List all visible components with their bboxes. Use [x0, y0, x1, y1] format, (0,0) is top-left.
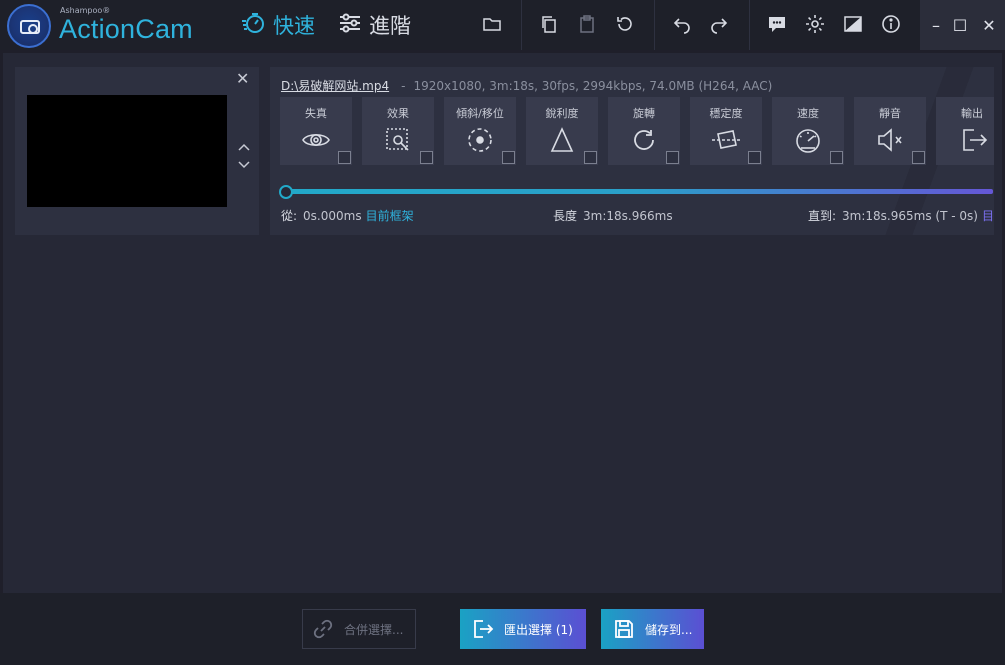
undo-icon[interactable] [671, 13, 693, 35]
export-icon [474, 620, 494, 638]
chevron-down-icon[interactable] [237, 156, 251, 169]
tab-quick-label: 快速 [273, 14, 315, 38]
tool-checkbox[interactable] [830, 151, 843, 164]
to-value: 3m:18s.965ms (T - 0s) [842, 209, 978, 223]
tool-label: 靜音 [879, 107, 901, 120]
tool-checkbox[interactable] [748, 151, 761, 164]
tab-advanced-label: 進階 [369, 14, 411, 38]
tool-label: 輸出 [961, 107, 983, 120]
tool-strip: 失真 效果 傾斜/移位 銳利度 旋轉 穩定度 速度 靜音 輸出 [280, 97, 1004, 165]
merge-selection-button[interactable]: 合併選擇... [302, 609, 416, 649]
app-name: ActionCam [59, 14, 193, 44]
tool-label: 銳利度 [545, 107, 579, 120]
rotate-icon [634, 130, 654, 150]
tool-checkbox[interactable] [338, 151, 351, 164]
toolbar-divider [654, 0, 655, 50]
from-label: 從: [281, 209, 298, 223]
reset-icon[interactable] [614, 13, 636, 35]
tool-sharpness[interactable]: 銳利度 [526, 97, 598, 165]
tool-label: 速度 [797, 107, 819, 120]
tab-quick[interactable]: 快速 [241, 10, 315, 40]
tool-distortion[interactable]: 失真 [280, 97, 352, 165]
close-button[interactable]: ✕ [973, 0, 1005, 50]
range-length: 長度 3m:18s.966ms [553, 207, 673, 224]
output-icon [963, 129, 988, 151]
save-to-button[interactable]: 儲存到... [601, 609, 704, 649]
to-current-frame-link[interactable]: 目前框 [982, 209, 994, 223]
merge-label: 合併選擇... [344, 622, 404, 637]
export-selection-button[interactable]: 匯出選擇 (1) [460, 609, 586, 649]
effects-icon [386, 128, 409, 151]
file-info: D:\易破解网站.mp4-1920x1080, 3m:18s, 30fps, 2… [281, 77, 772, 94]
export-label: 匯出選擇 (1) [504, 622, 573, 637]
video-thumbnail[interactable] [27, 95, 227, 207]
feedback-icon[interactable] [766, 13, 788, 35]
toolbar-divider [521, 0, 522, 50]
tab-advanced[interactable]: 進階 [339, 10, 411, 40]
save-label: 儲存到... [645, 622, 693, 637]
file-info-separator: - [401, 79, 406, 93]
mute-icon [878, 128, 902, 152]
gear-icon[interactable] [804, 13, 826, 35]
remove-clip-icon[interactable]: ✕ [236, 69, 249, 88]
from-value: 0s.000ms [303, 209, 362, 223]
sharpness-icon [550, 127, 574, 152]
timeline-start-handle[interactable] [279, 185, 293, 199]
tool-stabilize[interactable]: 穩定度 [690, 97, 762, 165]
length-value: 3m:18s.966ms [583, 209, 673, 223]
range-end: 直到: 3m:18s.965ms (T - 0s) 目前框 [808, 207, 994, 224]
chevron-up-icon[interactable] [237, 138, 251, 151]
app-logo-icon [7, 4, 51, 48]
info-icon[interactable] [880, 13, 902, 35]
tool-output[interactable]: 輸出 [936, 97, 994, 165]
tool-mute[interactable]: 靜音 [854, 97, 926, 165]
file-metadata: 1920x1080, 3m:18s, 30fps, 2994kbps, 74.0… [413, 79, 773, 93]
stopwatch-icon [241, 12, 265, 39]
file-name-link[interactable]: D:\易破解网站.mp4 [281, 79, 389, 93]
length-label: 長度 [553, 209, 578, 223]
tool-checkbox[interactable] [420, 151, 433, 164]
save-icon [615, 620, 633, 638]
tilt-shift-icon [468, 128, 492, 152]
redo-icon[interactable] [708, 13, 730, 35]
tool-speed[interactable]: 速度 [772, 97, 844, 165]
toolbar-divider [749, 0, 750, 50]
tool-label: 效果 [387, 107, 409, 120]
range-start: 從: 0s.000ms 目前框架 [281, 207, 414, 224]
to-label: 直到: [808, 209, 837, 223]
tool-checkbox[interactable] [666, 151, 679, 164]
tool-label: 旋轉 [633, 107, 655, 120]
from-current-frame-link[interactable]: 目前框架 [366, 209, 414, 223]
folder-icon[interactable] [481, 13, 503, 35]
tool-checkbox[interactable] [502, 151, 515, 164]
eye-icon [302, 133, 330, 147]
sliders-icon [339, 13, 361, 38]
theme-icon[interactable] [842, 13, 864, 35]
tool-label: 失真 [305, 107, 327, 120]
tool-label: 穩定度 [709, 107, 743, 120]
tool-rotate[interactable]: 旋轉 [608, 97, 680, 165]
tool-label: 傾斜/移位 [456, 107, 504, 120]
copy-icon[interactable] [538, 13, 560, 35]
paste-icon[interactable] [576, 13, 598, 35]
tool-checkbox[interactable] [584, 151, 597, 164]
tool-checkbox[interactable] [912, 151, 925, 164]
tool-effects[interactable]: 效果 [362, 97, 434, 165]
timeline-track[interactable] [280, 189, 993, 194]
link-icon [313, 619, 333, 639]
maximize-button[interactable]: ☐ [944, 0, 976, 50]
tool-tilt-shift[interactable]: 傾斜/移位 [444, 97, 516, 165]
speedometer-icon [796, 129, 820, 153]
stabilize-icon [712, 130, 740, 149]
